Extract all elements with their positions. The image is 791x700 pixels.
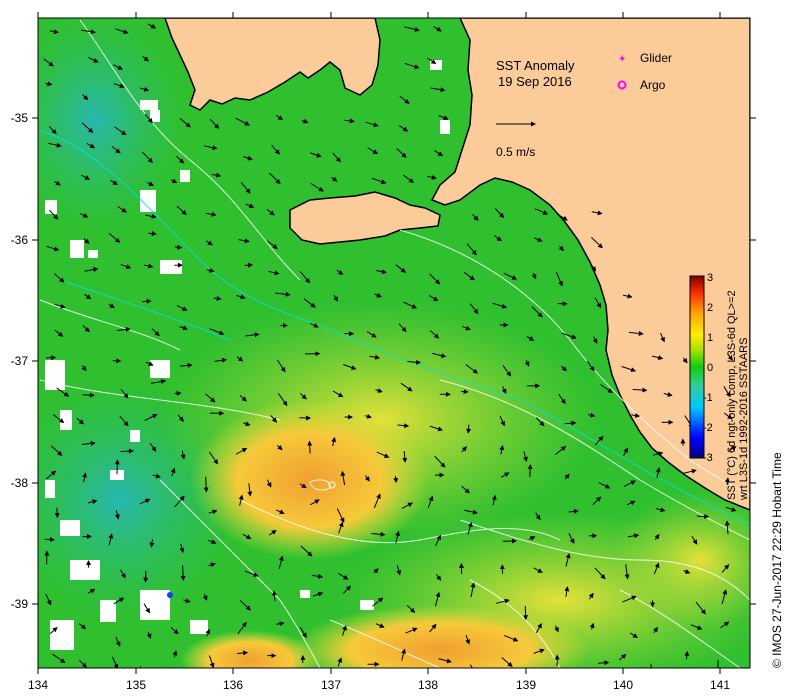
colorbar-tick-1: 1 [707, 332, 713, 344]
x-tick-label-139: 139 [516, 678, 536, 692]
current-vector-arrow [203, 476, 209, 493]
x-tick-label-134: 134 [28, 678, 48, 692]
colorbar-gradient [689, 275, 705, 459]
blue-marker [167, 592, 173, 598]
current-vector-arrow [307, 440, 313, 454]
current-vector-arrow [180, 565, 186, 581]
current-vector-arrow [54, 507, 60, 519]
colorbar-tick-neg2: -2 [703, 422, 713, 434]
x-tick-label-141: 141 [710, 678, 730, 692]
colorbar-caption-line2: wrt L3S-1d 1992-2016 SSTAARS [738, 338, 750, 501]
glider-label: Glider [640, 51, 672, 65]
y-tick-label-39: -39 [11, 597, 29, 611]
scale-label: 0.5 m/s [496, 145, 535, 159]
imos-credit: © IMOS 27-Jun-2017 22:29 Hobart Time [770, 452, 784, 668]
current-vector-arrow [244, 262, 253, 268]
map-title: SST Anomaly [496, 58, 575, 73]
current-vector-arrow [141, 298, 152, 304]
current-vector-arrow [696, 513, 710, 519]
y-tick-label-35: -35 [11, 111, 29, 125]
plot-area [38, 18, 750, 668]
sst-map-figure: 134 135 136 137 138 139 140 141 -35 -36 … [11, 12, 784, 692]
y-tick-label-38: -38 [11, 476, 29, 490]
current-vector-arrow [175, 244, 183, 250]
argo-label: Argo [640, 78, 666, 92]
current-vector-arrow [466, 424, 472, 434]
x-tick-label-135: 135 [126, 678, 146, 692]
current-vector-arrow [174, 390, 182, 396]
y-tick-label-37: -37 [11, 354, 29, 368]
warm-anomaly-center [190, 400, 430, 560]
warm-anomaly-southwest [180, 630, 320, 668]
current-vector-arrow [527, 464, 533, 478]
current-vector-arrow [44, 537, 55, 543]
current-vector-arrow [461, 389, 469, 395]
glider-marker-icon: ✦ [618, 54, 626, 65]
x-tick-label-137: 137 [321, 678, 341, 692]
current-vector-arrow [82, 392, 95, 398]
colorbar-tick-3: 3 [707, 272, 713, 284]
colorbar-tick-0: 0 [707, 362, 713, 374]
colorbar-tick-neg1: -1 [703, 392, 713, 404]
y-tick-label-36: -36 [11, 233, 29, 247]
map-date: 19 Sep 2016 [498, 74, 572, 89]
colorbar-tick-neg3: -3 [703, 452, 713, 464]
colorbar-tick-2: 2 [707, 302, 713, 314]
x-tick-label-138: 138 [418, 678, 438, 692]
x-tick-label-136: 136 [223, 678, 243, 692]
colorbar-caption-line1: SST (°C) 6d ngt-only comp, L3S-6d QL>=2 [726, 290, 738, 500]
x-tick-label-140: 140 [613, 678, 633, 692]
